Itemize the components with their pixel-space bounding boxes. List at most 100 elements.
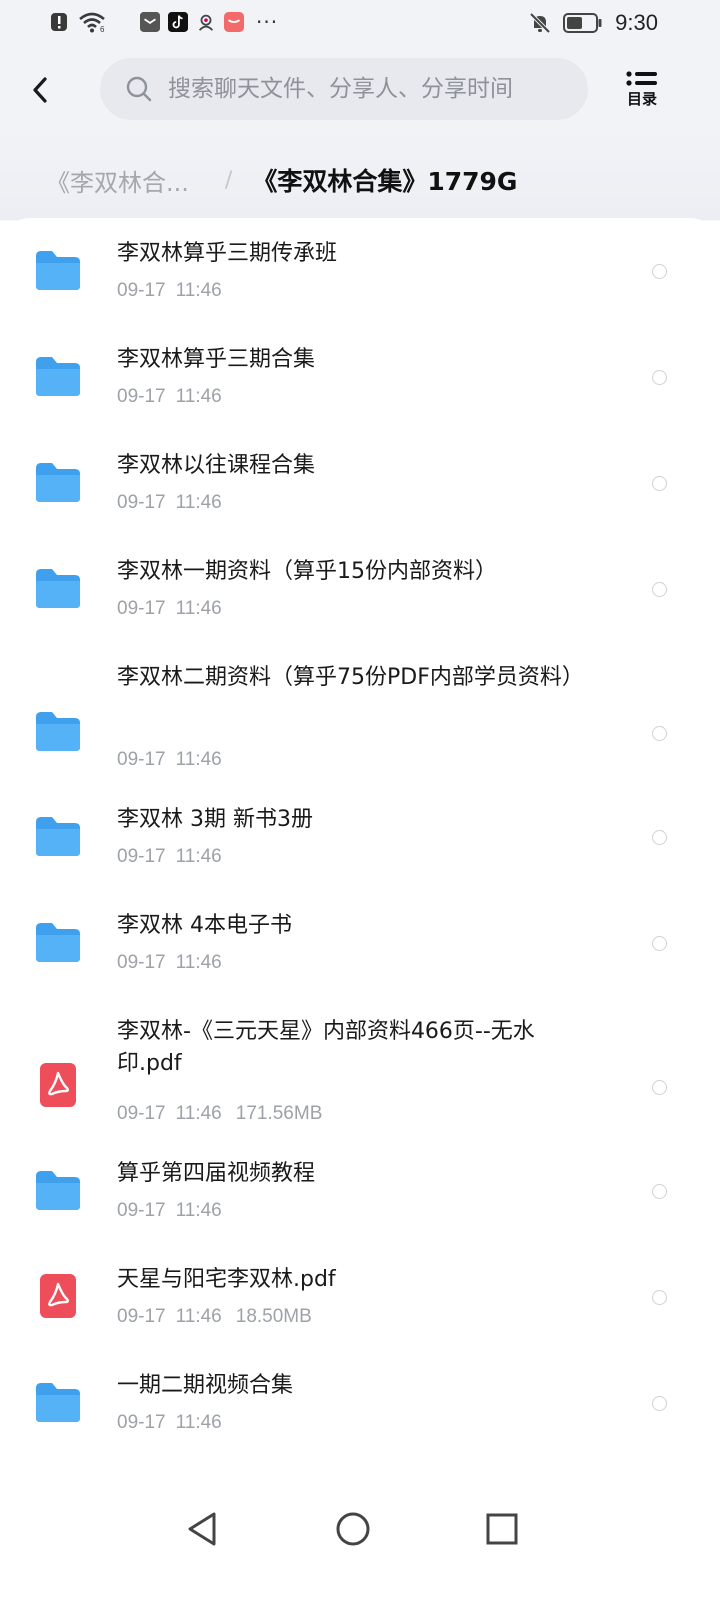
status-time: 9:30	[615, 10, 658, 35]
catalog-button[interactable]: 目录	[618, 68, 666, 112]
item-time: 11:46	[175, 1200, 222, 1221]
item-title: 李双林 3期 新书3册	[117, 807, 313, 832]
select-radio[interactable]	[652, 1396, 667, 1411]
select-radio[interactable]	[652, 1290, 667, 1305]
file-list-item[interactable]: 李双林以往课程合集 09-17 11:46	[0, 452, 720, 548]
item-date: 09-17	[117, 598, 166, 619]
item-meta: 09-17 11:46	[117, 749, 222, 771]
search-input[interactable]	[166, 75, 570, 103]
select-radio[interactable]	[652, 726, 667, 741]
item-title: 李双林二期资料（算乎75份PDF内部学员资料）	[117, 665, 584, 690]
item-time: 11:46	[175, 749, 222, 770]
file-list-item[interactable]: 李双林-《三元天星》内部资料466页--无水印.pdf 09-17 11:46 171…	[0, 1018, 720, 1148]
item-time: 11:46	[175, 846, 222, 867]
folder-icon	[34, 460, 82, 504]
search-icon	[126, 76, 152, 102]
file-list-item[interactable]: 李双林一期资料（算乎15份内部资料） 09-17 11:46	[0, 558, 720, 654]
item-date: 09-17	[117, 952, 166, 973]
item-date: 09-17	[117, 492, 166, 513]
item-meta: 09-17 11:46	[117, 1412, 222, 1434]
breadcrumb-parent[interactable]: 《李双林合...	[46, 163, 189, 198]
item-meta: 09-17 11:46	[117, 492, 222, 514]
select-radio[interactable]	[652, 264, 667, 279]
item-time: 11:46	[175, 598, 222, 619]
file-list-item[interactable]: 李双林 4本电子书 09-17 11:46	[0, 912, 720, 1008]
item-date: 09-17	[117, 749, 166, 770]
bell-off-icon	[529, 12, 551, 34]
system-navigation-bar	[0, 1490, 720, 1570]
item-title: 李双林算乎三期合集	[117, 347, 316, 372]
item-date: 09-17	[117, 1200, 166, 1221]
file-list-item[interactable]: 李双林算乎三期传承班 09-17 11:46	[0, 240, 720, 336]
search-bar[interactable]	[100, 58, 588, 120]
folder-icon	[34, 709, 82, 753]
pdf-file-icon	[34, 1063, 82, 1107]
circle-home-icon	[336, 1512, 370, 1546]
select-radio[interactable]	[652, 936, 667, 951]
item-size: 171.56MB	[235, 1103, 323, 1124]
item-date: 09-17	[117, 1103, 166, 1124]
tiktok-icon	[168, 12, 188, 32]
select-radio[interactable]	[652, 582, 667, 597]
nav-back-button[interactable]	[178, 1504, 228, 1554]
folder-icon	[34, 354, 82, 398]
item-meta: 09-17 11:46	[117, 386, 222, 408]
item-title: 算乎第四届视频教程	[117, 1161, 316, 1186]
item-date: 09-17	[117, 386, 166, 407]
folder-icon	[34, 920, 82, 964]
avatar-notification-icon	[198, 14, 214, 31]
item-date: 09-17	[117, 846, 166, 867]
item-meta: 09-17 11:46	[117, 846, 222, 868]
file-list: 李双林算乎三期传承班 09-17 11:46 李双林算乎三期合集 09-17 11:46 李…	[0, 218, 720, 1458]
file-list-item[interactable]: 算乎第四届视频教程 09-17 11:46	[0, 1160, 720, 1256]
item-title: 李双林一期资料（算乎15份内部资料）	[117, 559, 497, 584]
item-title: 一期二期视频合集	[117, 1373, 294, 1398]
alert-icon	[51, 13, 67, 31]
svg-text:6: 6	[100, 25, 105, 33]
back-button[interactable]	[22, 70, 58, 110]
item-size: 18.50MB	[235, 1306, 312, 1327]
more-notifications-indicator: ···	[256, 10, 279, 34]
item-date: 09-17	[117, 280, 166, 301]
breadcrumb-current: 《李双林合集》1779G	[252, 167, 518, 196]
nav-recents-button[interactable]	[477, 1504, 527, 1554]
file-list-item[interactable]: 一期二期视频合集 09-17 11:46	[0, 1372, 720, 1468]
pdf-file-icon	[34, 1274, 82, 1318]
battery-icon	[563, 13, 602, 33]
status-bar-right: 9:30	[529, 10, 658, 36]
select-radio[interactable]	[652, 830, 667, 845]
item-title: 李双林算乎三期传承班	[117, 241, 338, 266]
select-radio[interactable]	[652, 476, 667, 491]
file-list-item[interactable]: 李双林二期资料（算乎75份PDF内部学员资料） 09-17 11:46	[0, 664, 720, 794]
item-meta: 09-17 11:46	[117, 952, 222, 974]
item-meta: 09-17 11:46	[117, 1200, 222, 1222]
select-radio[interactable]	[652, 1184, 667, 1199]
triangle-back-icon	[188, 1512, 216, 1546]
status-bar-left: 6 ···	[50, 10, 278, 34]
chevron-left-icon	[33, 77, 47, 103]
item-title: 李双林以往课程合集	[117, 453, 316, 478]
square-recents-icon	[486, 1513, 518, 1545]
breadcrumb-separator: /	[224, 167, 233, 193]
wifi-icon: 6	[79, 12, 105, 33]
red-app-icon	[224, 12, 244, 32]
file-list-item[interactable]: 天星与阳宅李双林.pdf 09-17 11:46 18.50MB	[0, 1266, 720, 1362]
file-list-item[interactable]: 李双林算乎三期合集 09-17 11:46	[0, 346, 720, 442]
select-radio[interactable]	[652, 1080, 667, 1095]
file-list-item[interactable]: 李双林 3期 新书3册 09-17 11:46	[0, 806, 720, 902]
item-meta: 09-17 11:46	[117, 598, 222, 620]
item-title: 李双林-《三元天星》内部资料466页--无水印.pdf	[117, 1019, 535, 1076]
nav-home-button[interactable]	[328, 1504, 378, 1554]
item-date: 09-17	[117, 1412, 166, 1433]
folder-icon	[34, 248, 82, 292]
breadcrumb: 《李双林合... / 《李双林合集》1779G	[46, 160, 517, 200]
item-time: 11:46	[175, 952, 222, 973]
item-meta: 09-17 11:46	[117, 280, 222, 302]
select-radio[interactable]	[652, 370, 667, 385]
file-browser-page: 6 ··· 9:30 搜索聊天文件、分享人、分享时间 目录 《李双林合... /…	[0, 0, 720, 1600]
folder-icon	[34, 1168, 82, 1212]
item-time: 11:46	[175, 1306, 222, 1327]
item-time: 11:46	[175, 280, 222, 301]
item-time: 11:46	[175, 1103, 222, 1124]
item-title: 天星与阳宅李双林.pdf	[117, 1267, 336, 1292]
